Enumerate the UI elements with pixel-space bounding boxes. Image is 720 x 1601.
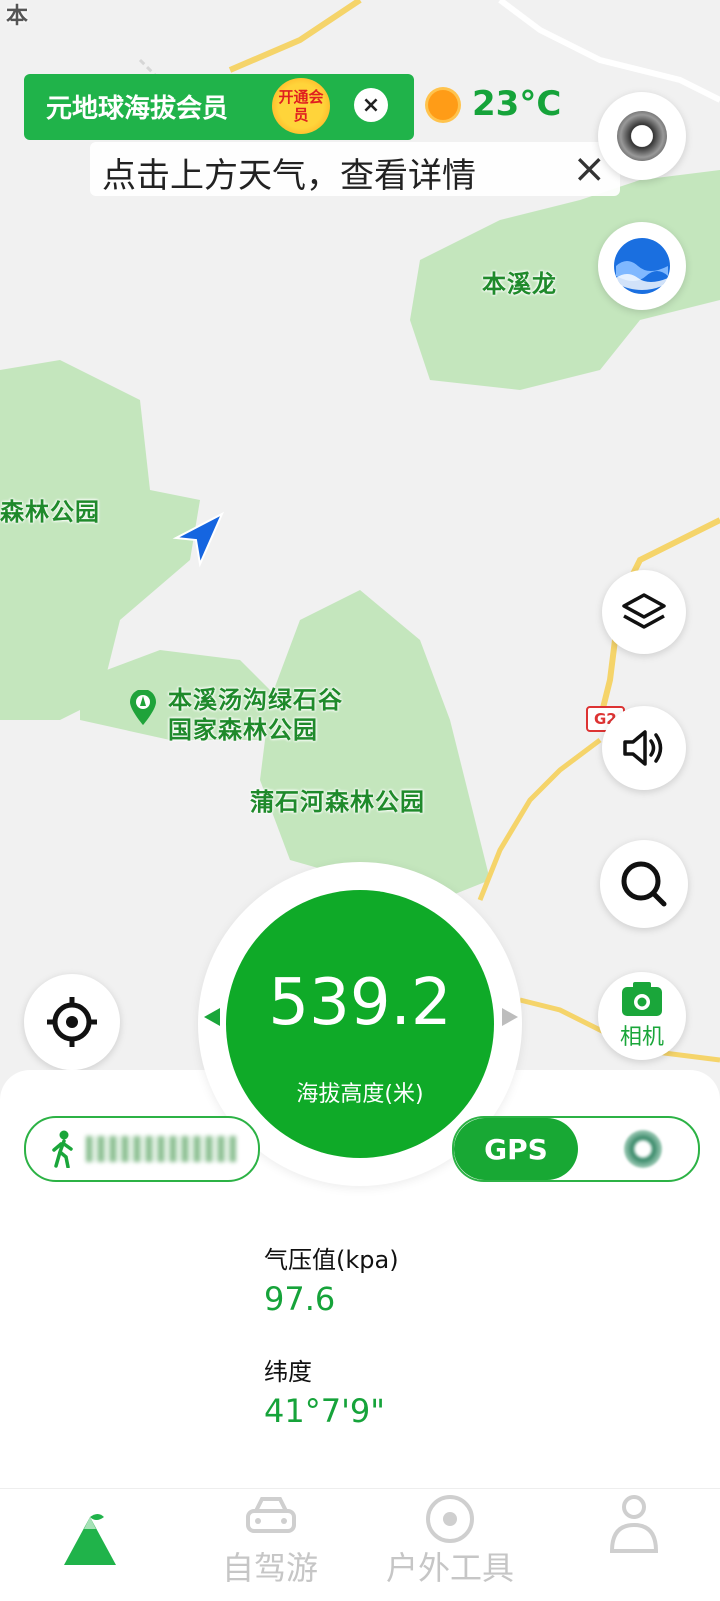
tab-self-drive[interactable]: 自驾游	[208, 1489, 332, 1601]
vip-banner-text: 元地球海拔会员	[46, 94, 229, 124]
temperature[interactable]: 23°C	[472, 84, 561, 124]
earth-button[interactable]	[598, 222, 686, 310]
weather-tip-text: 点击上方天气，查看详情	[102, 156, 476, 196]
map-label-top-left: 本	[6, 4, 30, 29]
network-option-icon[interactable]	[624, 1130, 662, 1168]
vip-open-badge[interactable]: 开通会员	[272, 78, 330, 134]
pressure-value: 97.6	[264, 1280, 336, 1318]
map-label-long-park[interactable]: 本溪龙	[482, 264, 557, 299]
sun-icon[interactable]	[428, 90, 458, 120]
avatar-button[interactable]	[598, 92, 686, 180]
camera-label: 相机	[619, 1025, 664, 1050]
tab-outdoor-tools-label: 户外工具	[385, 1549, 514, 1587]
tab-self-drive-label: 自驾游	[221, 1549, 318, 1587]
speaker-icon	[623, 730, 663, 766]
park-poi-icon[interactable]	[128, 689, 158, 726]
profile-icon	[609, 1495, 659, 1553]
locate-button[interactable]	[24, 974, 120, 1070]
dial-right-arrow-icon[interactable]	[500, 1006, 520, 1032]
vip-banner[interactable]: 元地球海拔会员 开通会员 ×	[24, 74, 414, 140]
gps-toggle[interactable]: GPS	[452, 1116, 700, 1182]
weather-tip[interactable]: 点击上方天气，查看详情 ×	[90, 142, 620, 196]
tab-profile[interactable]	[588, 1489, 678, 1601]
altitude-value: 539.2	[268, 966, 452, 1040]
search-icon	[621, 861, 667, 907]
latitude-value: 41°7'9"	[264, 1392, 385, 1430]
walking-icon	[52, 1130, 73, 1168]
mountain-tab-icon	[64, 1514, 116, 1565]
tab-altitude[interactable]	[30, 1489, 150, 1601]
current-location-arrow-icon	[172, 510, 228, 572]
travel-mode-text-blurred	[86, 1136, 236, 1162]
sound-button[interactable]	[602, 706, 686, 790]
map-label-pushi[interactable]: 蒲石河森林公园	[250, 782, 425, 817]
layers-icon	[622, 593, 666, 629]
avatar	[617, 111, 667, 161]
altitude-circle[interactable]: 539.2 海拔高度(米)	[226, 890, 494, 1158]
pressure-label: 气压值(kpa)	[264, 1246, 399, 1274]
latitude-label: 纬度	[264, 1358, 312, 1386]
camera-button[interactable]: 相机	[598, 972, 686, 1060]
earth-wave-icon	[614, 238, 670, 294]
travel-mode-toggle[interactable]	[24, 1116, 260, 1182]
camera-icon	[622, 982, 662, 1016]
layers-button[interactable]	[602, 570, 686, 654]
gps-option[interactable]: GPS	[454, 1118, 578, 1180]
map-label-tanggou-2[interactable]: 国家森林公园	[168, 710, 318, 745]
car-icon	[246, 1497, 296, 1533]
vip-close-button[interactable]: ×	[354, 88, 388, 122]
altitude-label: 海拔高度(米)	[296, 1082, 424, 1107]
map-label-forest-park-left[interactable]: 森林公园	[0, 492, 100, 527]
tab-outdoor-tools[interactable]: 户外工具	[370, 1489, 530, 1601]
bottom-tab-bar: 自驾游 户外工具	[0, 1488, 720, 1601]
dial-left-arrow-icon[interactable]	[202, 1006, 222, 1032]
search-button[interactable]	[600, 840, 688, 928]
compass-tool-icon	[426, 1495, 474, 1543]
crosshair-icon	[47, 997, 97, 1047]
